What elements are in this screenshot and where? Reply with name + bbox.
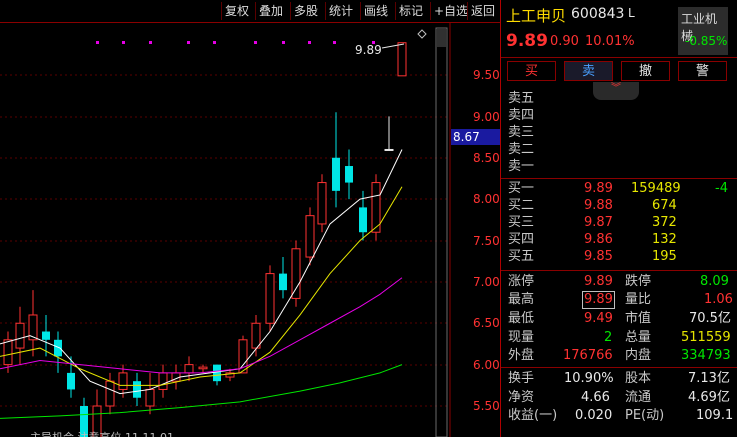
buy-level-row: 买一 9.89 159489 -4 [508,181,728,196]
buy-level-row: 买四 9.86 132 [508,232,677,247]
sell-level-label: 卖五 [508,91,535,106]
stats-row: 最高 9.89 量比 1.06 [508,291,733,309]
stats-row: 收益(一) 0.020 PE(动) 109.1 [508,408,734,423]
current-price-tag: 8.67 [451,129,500,145]
sell-level-label: 卖一 [508,159,535,174]
kline-svg [0,22,451,437]
stock-name: 上工申贝 [506,7,567,25]
bottom-info-text: 主导机会 注意高位 11.11.01 [30,429,174,437]
price-tick: 9.50 [473,68,500,82]
cancel-order-button[interactable]: 撤 [621,61,670,81]
stats-row: 涨停 9.89 跌停 8.09 [508,274,729,289]
high-price-label: 9.89 [355,43,382,57]
buy-level-row: 买三 9.87 372 [508,215,677,230]
price-tick: 9.00 [473,110,500,124]
buy-level-row: 买二 9.88 674 [508,198,677,213]
sell-level-label: 卖二 [508,142,535,157]
quote-panel: 上工申贝 600843 L 工业机械 -0.85% 9.89 0.90 10.0… [501,0,737,437]
price-tick: 7.00 [473,275,500,289]
sector-change: -0.85% [685,34,728,48]
sector-box[interactable]: 工业机械 -0.85% [678,7,728,55]
kline-chart-area[interactable]: 复权 叠加 多股 统计 画线 标记 +自选 返回 9.89 9.50 9.00 … [0,0,500,437]
stats-row: 外盘 176766 内盘 334793 [508,348,731,363]
stats-row: 净资 4.66 流通 4.69亿 [508,390,730,405]
sell-level-label: 卖三 [508,125,535,140]
stats-row: 最低 9.49 市值 70.5亿 [508,311,731,326]
sell-button[interactable]: 卖 [564,61,613,81]
alert-button[interactable]: 警 [678,61,727,81]
price-tick: 5.50 [473,399,500,413]
stock-flag: L [628,6,635,20]
price-change: 0.90 [550,34,579,49]
price-tick: 6.00 [473,358,500,372]
diamond-icon [417,29,427,39]
buy-button[interactable]: 买 [507,61,556,81]
chart-scrollbar [435,27,448,437]
price-tick: 6.50 [473,316,500,330]
price-tick: 8.00 [473,192,500,206]
stats-row: 现量 2 总量 511559 [508,330,731,345]
price-change-pct: 10.01% [585,34,635,49]
current-price: 9.89 [506,31,548,51]
chart-scrollbar-thumb [437,29,446,47]
sell-level-label: 卖四 [508,108,535,123]
stock-code: 600843 [571,6,625,22]
price-tick: 7.50 [473,234,500,248]
price-tick: 8.50 [473,151,500,165]
stats-row: 换手 10.90% 股本 7.13亿 [508,371,730,386]
buy-level-row: 买五 9.85 195 [508,249,677,264]
